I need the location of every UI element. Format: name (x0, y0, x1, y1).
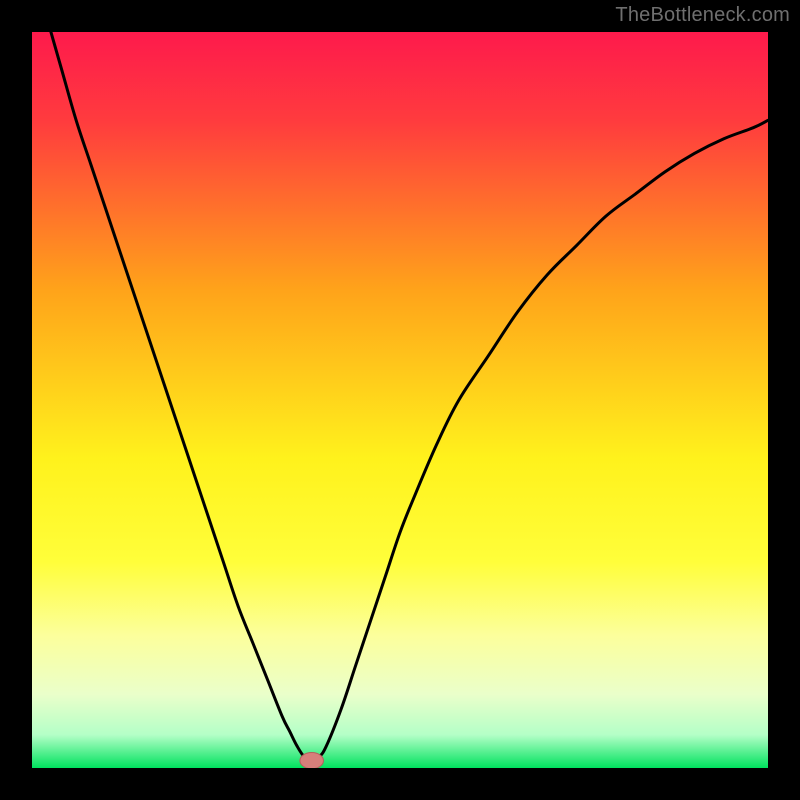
gradient-background (32, 32, 768, 768)
plot-area (32, 32, 768, 768)
chart-frame: TheBottleneck.com (0, 0, 800, 800)
chart-svg (32, 32, 768, 768)
optimal-point-marker (300, 753, 324, 768)
attribution-watermark: TheBottleneck.com (615, 4, 790, 27)
